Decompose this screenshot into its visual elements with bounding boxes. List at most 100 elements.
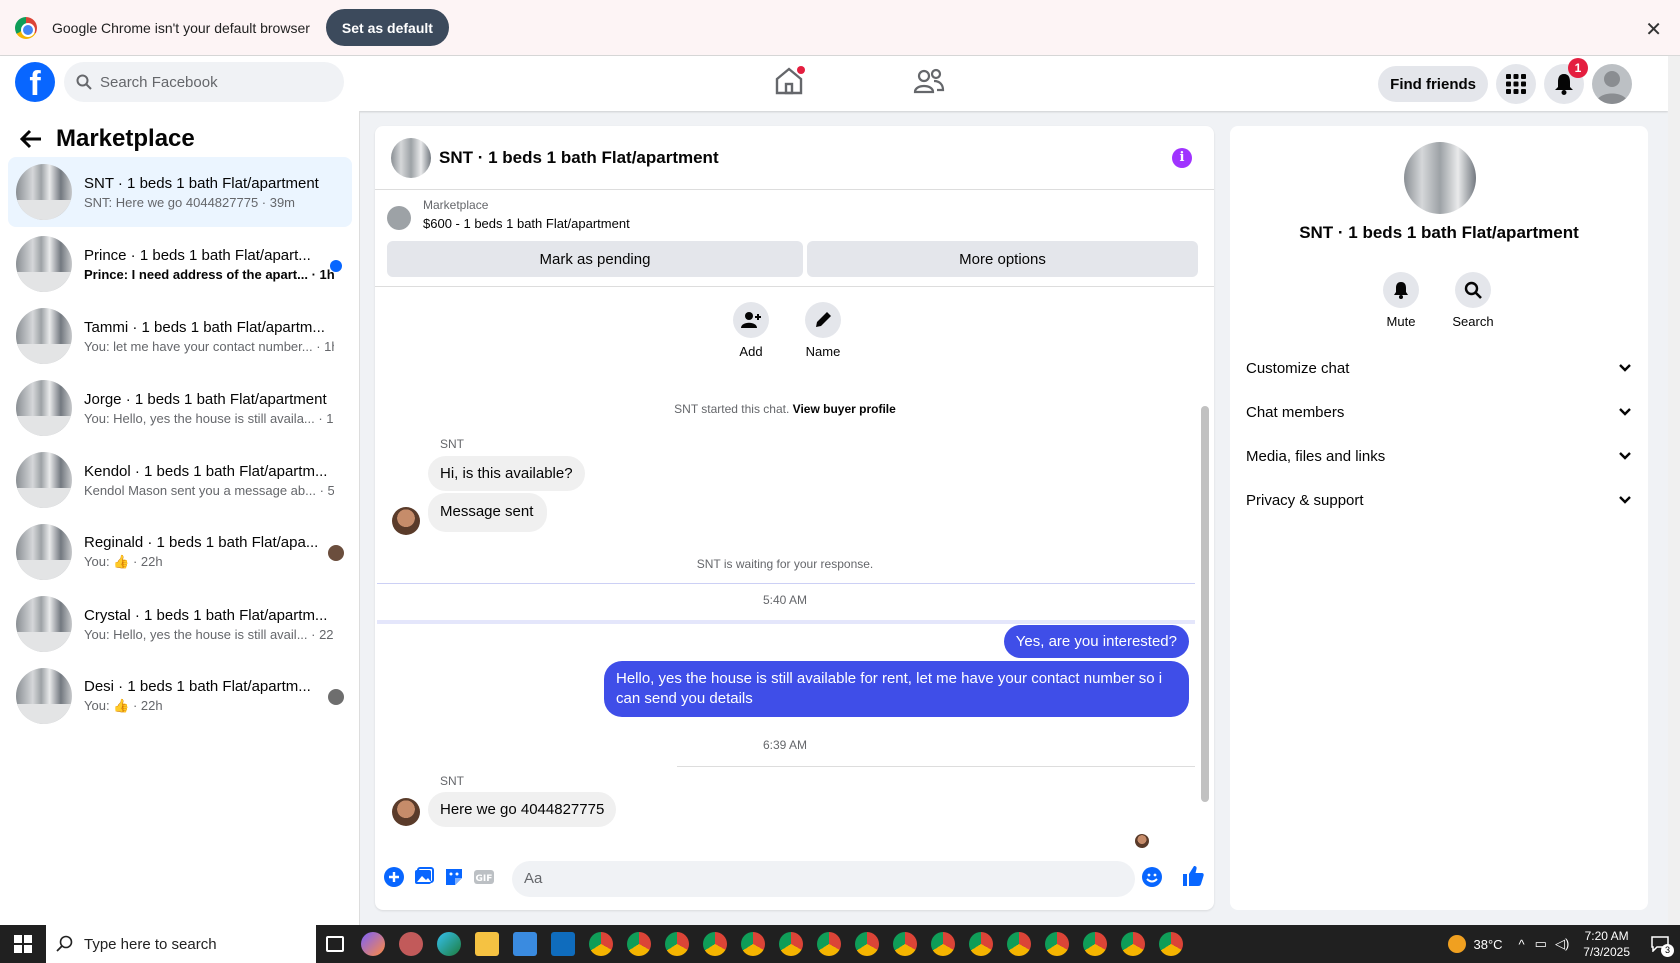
chrome-icon[interactable] — [888, 927, 922, 961]
add-person-icon — [741, 312, 761, 328]
chevron-up-icon[interactable]: ^ — [1519, 937, 1525, 952]
media-files-section[interactable]: Media, files and links — [1246, 436, 1632, 476]
copilot-icon[interactable] — [356, 927, 390, 961]
chrome-icon[interactable] — [774, 927, 808, 961]
thumbs-up-icon[interactable] — [1181, 864, 1205, 888]
listing-thumbnail — [16, 236, 72, 292]
view-buyer-profile-link[interactable]: View buyer profile — [793, 402, 896, 416]
chrome-icon[interactable] — [622, 927, 656, 961]
conversation-item[interactable]: Prince · 1 beds 1 bath Flat/apart... Prin… — [8, 229, 352, 299]
taskbar-search[interactable]: Type here to search — [46, 925, 316, 963]
outgoing-message[interactable]: Yes, are you interested? — [1003, 625, 1189, 658]
find-friends-button[interactable]: Find friends — [1378, 66, 1488, 102]
message-input[interactable]: Aa — [512, 861, 1135, 897]
top-navigation: f Search Facebook Find friends 1 — [0, 56, 1668, 111]
chat-thumbnail[interactable] — [391, 137, 431, 178]
chevron-down-icon — [1619, 452, 1631, 460]
notifications-bell-icon[interactable]: 1 — [1544, 58, 1588, 104]
conversation-item[interactable]: Desi · 1 beds 1 bath Flat/apartm... You: … — [8, 661, 352, 731]
emoji-icon[interactable] — [1141, 866, 1163, 888]
sticker-icon[interactable] — [443, 866, 465, 888]
chrome-icon[interactable] — [736, 927, 770, 961]
friends-icon[interactable] — [912, 66, 952, 100]
notification-count: 3 — [1661, 944, 1674, 957]
conversation-item[interactable]: Reginald · 1 beds 1 bath Flat/apa... You:… — [8, 517, 352, 587]
app-icon[interactable] — [394, 927, 428, 961]
mute-action[interactable]: Mute — [1371, 272, 1431, 329]
network-icon[interactable]: ▭ — [1535, 936, 1547, 952]
conversation-name: Desi · 1 beds 1 bath Flat/apartm... — [84, 678, 311, 695]
clock[interactable]: 7:20 AM 7/3/2025 — [1583, 928, 1630, 960]
listing-thumbnail — [16, 452, 72, 508]
weather-icon[interactable] — [1447, 935, 1466, 953]
incoming-message[interactable]: Hi, is this available? — [428, 456, 585, 491]
search-input[interactable]: Search Facebook — [64, 62, 344, 102]
conversation-name: Jorge · 1 beds 1 bath Flat/apartment — [84, 390, 327, 408]
more-options-button[interactable]: More options — [807, 241, 1198, 277]
store-icon[interactable] — [508, 927, 542, 961]
chrome-icon[interactable] — [926, 927, 960, 961]
facebook-logo[interactable]: f — [15, 62, 55, 102]
outlook-icon[interactable] — [546, 927, 580, 961]
volume-icon[interactable]: ◁) — [1555, 936, 1569, 952]
privacy-support-section[interactable]: Privacy & support — [1246, 480, 1632, 520]
file-explorer-icon[interactable] — [470, 927, 504, 961]
chrome-icon[interactable] — [1116, 927, 1150, 961]
add-people-action[interactable]: Add — [721, 302, 781, 359]
chrome-icon[interactable] — [584, 927, 618, 961]
conversation-item[interactable]: Tammi · 1 beds 1 bath Flat/apartm... You:… — [8, 301, 352, 371]
sender-name: SNT — [440, 437, 464, 451]
chrome-icon[interactable] — [1040, 927, 1074, 961]
profile-avatar[interactable] — [1592, 64, 1632, 104]
page-scrollbar[interactable] — [1668, 56, 1680, 925]
sender-name: SNT — [440, 774, 464, 788]
edge-icon[interactable] — [432, 927, 466, 961]
set-default-button[interactable]: Set as default — [325, 9, 449, 46]
listing-large-thumbnail[interactable] — [1404, 142, 1476, 214]
sender-avatar[interactable] — [392, 798, 420, 826]
task-view-icon[interactable] — [318, 927, 352, 961]
info-icon[interactable]: i — [1172, 148, 1192, 168]
search-action[interactable]: Search — [1443, 272, 1503, 329]
outgoing-message[interactable]: Hello, yes the house is still available … — [604, 661, 1189, 717]
windows-start-icon[interactable] — [0, 925, 46, 963]
conversation-item[interactable]: Kendol · 1 beds 1 bath Flat/apartm... Ken… — [8, 445, 352, 515]
incoming-message[interactable]: Here we go 4044827775 — [428, 792, 617, 827]
chrome-icon[interactable] — [698, 927, 732, 961]
conversation-snippet: You: 👍 · 22h — [84, 698, 163, 713]
gif-icon[interactable]: GIF — [473, 866, 495, 888]
conversation-item[interactable]: Crystal · 1 beds 1 bath Flat/apartm... Yo… — [8, 589, 352, 659]
chrome-icon — [15, 16, 37, 39]
chrome-icon[interactable] — [850, 927, 884, 961]
chrome-icon[interactable] — [812, 927, 846, 961]
chrome-icon[interactable] — [964, 927, 998, 961]
taskbar-search-placeholder: Type here to search — [84, 935, 217, 953]
close-icon[interactable]: ✕ — [1645, 17, 1662, 42]
weather-temp[interactable]: 38°C — [1474, 937, 1503, 952]
customize-chat-section[interactable]: Customize chat — [1246, 348, 1632, 388]
listing-thumbnail — [16, 164, 72, 220]
chrome-icon[interactable] — [1002, 927, 1036, 961]
mark-as-pending-button[interactable]: Mark as pending — [387, 241, 803, 277]
search-icon — [1464, 281, 1482, 299]
chat-scrollbar[interactable] — [1201, 406, 1209, 802]
home-icon[interactable] — [772, 66, 812, 100]
notification-center-icon[interactable]: 3 — [1640, 925, 1680, 963]
name-label: Name — [805, 344, 841, 359]
menu-grid-icon[interactable] — [1496, 64, 1536, 104]
plus-icon[interactable] — [383, 866, 405, 888]
chrome-icon[interactable] — [1078, 927, 1112, 961]
conversation-item[interactable]: Jorge · 1 beds 1 bath Flat/apartment You:… — [8, 373, 352, 443]
search-label: Search — [1452, 314, 1494, 329]
svg-text:GIF: GIF — [476, 874, 493, 884]
photo-icon[interactable] — [413, 866, 435, 888]
name-chat-action[interactable]: Name — [793, 302, 853, 359]
chrome-icon[interactable] — [660, 927, 694, 961]
chat-members-section[interactable]: Chat members — [1246, 392, 1632, 432]
conversation-item[interactable]: SNT · 1 beds 1 bath Flat/apartment SNT: H… — [8, 157, 352, 227]
sender-avatar[interactable] — [392, 507, 420, 535]
chrome-icon[interactable] — [1154, 927, 1188, 961]
back-arrow-icon[interactable] — [20, 129, 42, 149]
divider — [377, 620, 1195, 624]
incoming-message[interactable]: Message sent — [428, 493, 548, 532]
